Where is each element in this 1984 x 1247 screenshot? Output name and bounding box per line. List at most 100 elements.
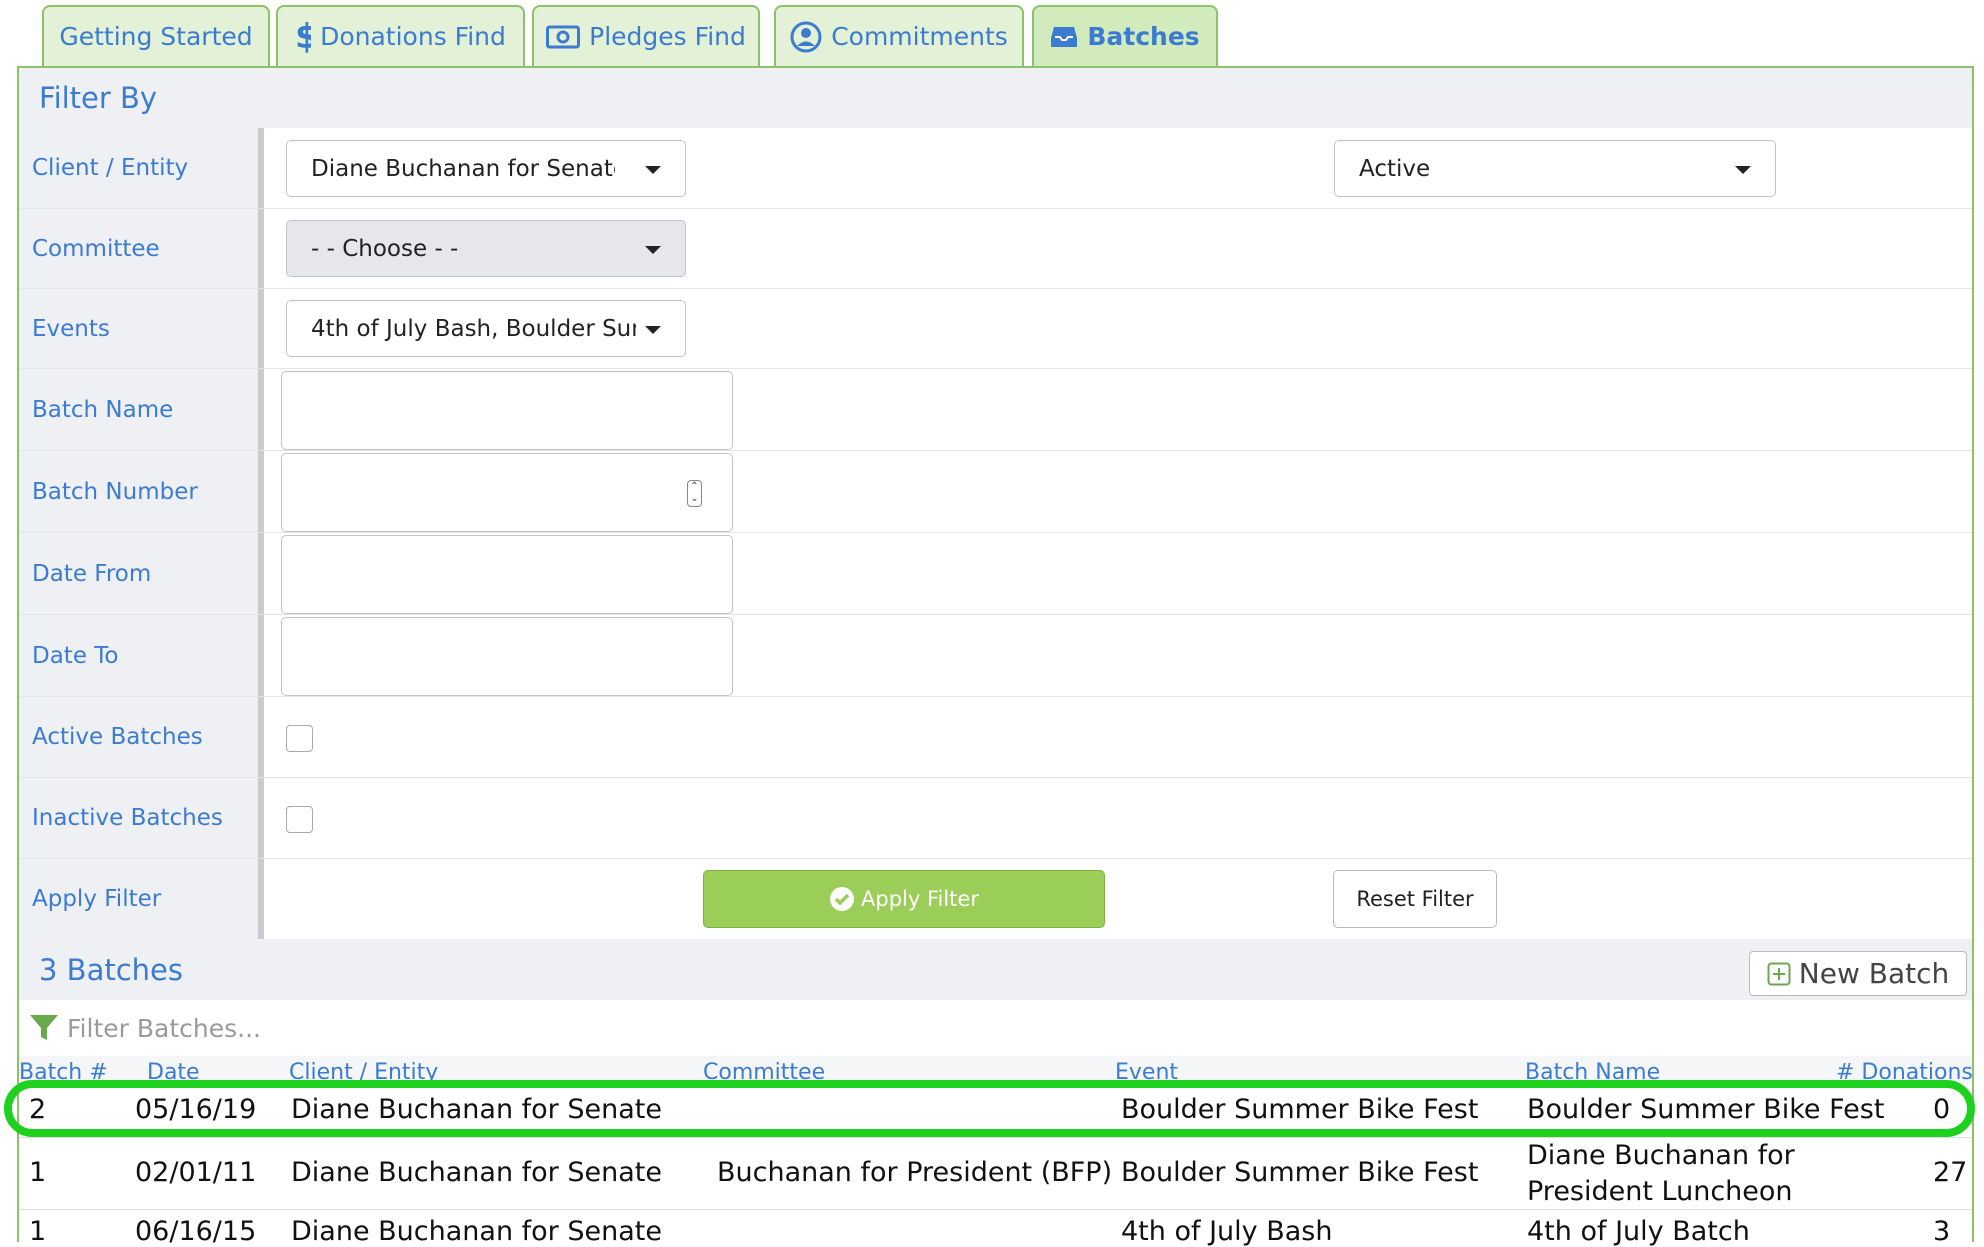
batch-number-row: Batch Number ⌃ ⌄ [19,451,1972,533]
table-row[interactable]: 1 02/01/11 Diane Buchanan for Senate Buc… [19,1138,1972,1210]
committee-value: - - Choose - - [311,235,459,262]
tab-pledges-find[interactable]: Pledges Find [532,5,760,66]
client-entity-value: Diane Buchanan for Senate [311,155,615,182]
inbox-icon [1051,26,1078,47]
events-label: Events [19,289,264,368]
cell-batch-name: Diane Buchanan for President Luncheon [1527,1140,1795,1207]
tab-label: Getting Started [59,22,253,51]
cell-date: 05/16/19 [135,1094,257,1125]
date-from-input[interactable] [281,535,733,614]
cell-date: 06/16/15 [135,1216,257,1247]
active-batches-checkbox[interactable] [286,725,313,752]
inactive-batches-checkbox[interactable] [286,806,313,833]
cell-date: 02/01/11 [135,1157,257,1188]
plus-square-icon [1767,962,1791,985]
cell-event: 4th of July Bash [1121,1216,1333,1247]
events-row: Events 4th of July Bash, Boulder Summer … [19,289,1972,369]
cell-donations: 3 [1933,1216,1951,1247]
active-batches-label: Active Batches [19,697,264,777]
tab-label: Commitments [831,22,1008,51]
batch-name-row: Batch Name [19,369,1972,451]
batch-filter-input[interactable]: Filter Batches... [67,1014,261,1043]
chevron-down-icon [1735,166,1751,174]
client-entity-select[interactable]: Diane Buchanan for Senate [286,140,686,197]
filter-by-title: Filter By [39,81,158,115]
apply-filter-button-label: Apply Filter [861,887,979,911]
client-entity-row: Client / Entity Diane Buchanan for Senat… [19,128,1972,209]
cell-donations: 0 [1933,1094,1951,1125]
date-to-label: Date To [19,615,264,696]
column-header-committee[interactable]: Committee [703,1060,825,1084]
tab-donations-find[interactable]: $ Donations Find [276,5,525,66]
new-batch-button[interactable]: New Batch [1749,951,1967,996]
tab-label: Batches [1087,22,1200,51]
date-from-label: Date From [19,533,264,614]
svg-text:$: $ [295,20,311,54]
status-select[interactable]: Active [1334,140,1776,197]
column-header-date[interactable]: Date [147,1060,200,1084]
table-row[interactable]: 2 05/16/19 Diane Buchanan for Senate Bou… [19,1084,1972,1138]
funnel-icon [30,1015,58,1040]
column-header-batch-name[interactable]: Batch Name [1525,1060,1660,1084]
cell-client: Diane Buchanan for Senate [291,1094,662,1125]
column-header-donations[interactable]: # Donations [1836,1060,1972,1084]
tab-batches[interactable]: Batches [1032,5,1218,66]
cell-batch: 2 [29,1094,47,1125]
chevron-down-icon [645,166,661,174]
date-to-input[interactable] [281,617,733,696]
cell-client: Diane Buchanan for Senate [291,1216,662,1247]
column-header-event[interactable]: Event [1115,1060,1178,1084]
filter-by-heading: Filter By [19,68,1972,128]
number-spinner-icon[interactable]: ⌃ ⌄ [687,480,702,507]
events-value: 4th of July Bash, Boulder Summer Bike Fe… [311,315,636,342]
column-header-client[interactable]: Client / Entity [289,1060,438,1084]
chevron-down-icon [645,246,661,254]
batch-number-label: Batch Number [19,451,264,532]
reset-filter-button[interactable]: Reset Filter [1333,870,1497,928]
check-circle-icon [830,887,854,911]
cell-client: Diane Buchanan for Senate [291,1157,662,1188]
batch-number-input[interactable]: ⌃ ⌄ [281,453,733,532]
cell-batch: 1 [29,1216,47,1247]
client-entity-label: Client / Entity [19,128,264,208]
user-circle-icon [790,21,822,52]
committee-select[interactable]: - - Choose - - [286,220,686,277]
date-from-row: Date From [19,533,1972,615]
events-select[interactable]: 4th of July Bash, Boulder Summer Bike Fe… [286,300,686,357]
tab-getting-started[interactable]: Getting Started [42,5,270,66]
batch-name-label: Batch Name [19,369,264,450]
status-value: Active [1359,155,1431,182]
chevron-down-icon [645,326,661,334]
cell-committee: Buchanan for President (BFP) [717,1157,1113,1188]
tab-label: Pledges Find [589,22,746,51]
inactive-batches-row: Inactive Batches [19,778,1972,859]
batch-name-input[interactable] [281,371,733,450]
cell-batch: 1 [29,1157,47,1188]
table-header: Batch # Date Client / Entity Committee E… [19,1056,1972,1084]
inactive-batches-label: Inactive Batches [19,778,264,858]
column-header-batch[interactable]: Batch # [19,1060,108,1084]
committee-row: Committee - - Choose - - [19,209,1972,289]
cell-batch-name: 4th of July Batch [1527,1216,1750,1247]
apply-filter-label: Apply Filter [19,859,264,939]
batches-count-title: 3 Batches [39,952,183,987]
reset-filter-button-label: Reset Filter [1356,887,1474,911]
dollar-icon: $ [295,20,311,54]
apply-filter-button[interactable]: Apply Filter [703,870,1105,928]
new-batch-button-label: New Batch [1798,957,1950,990]
batches-heading: 3 Batches New Batch [19,939,1972,1000]
tab-commitments[interactable]: Commitments [774,5,1024,66]
batches-panel: Filter By Client / Entity Diane Buchanan… [17,66,1974,1247]
active-batches-row: Active Batches [19,697,1972,778]
money-icon [546,25,581,48]
cell-event: Boulder Summer Bike Fest [1121,1094,1479,1125]
cell-donations: 27 [1933,1157,1968,1188]
batch-filter-bar[interactable]: Filter Batches... [19,1000,1972,1056]
tab-label: Donations Find [320,22,506,51]
table-row[interactable]: 1 06/16/15 Diane Buchanan for Senate 4th… [19,1210,1972,1247]
cell-batch-name: Boulder Summer Bike Fest [1527,1094,1885,1125]
date-to-row: Date To [19,615,1972,697]
committee-label: Committee [19,209,264,288]
apply-filter-row: Apply Filter Apply Filter Reset Filter [19,859,1972,939]
cell-event: Boulder Summer Bike Fest [1121,1157,1479,1188]
